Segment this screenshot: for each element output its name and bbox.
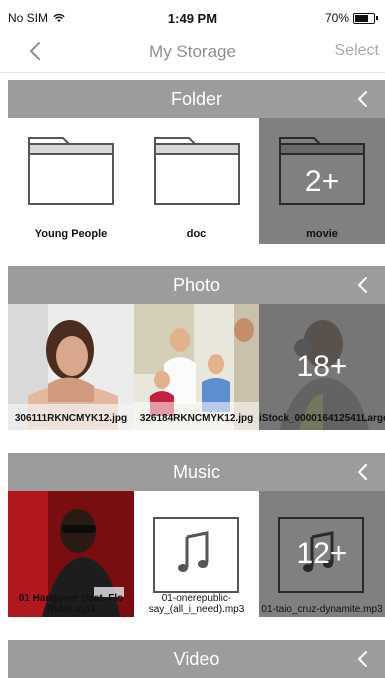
folder-item[interactable]: doc [134,118,259,244]
folder-name: Young People [34,228,108,240]
photo-thumbnail [134,304,259,430]
folder-item[interactable]: Young People [8,118,134,244]
folder-name: movie [306,228,338,240]
folder-icon [28,137,114,205]
photo-thumbnail [8,304,134,430]
page-title: My Storage [149,42,236,61]
battery-tip [376,15,378,20]
folder-section-title: Folder [170,89,223,109]
music-section-title: Music [172,462,220,482]
battery-fill [355,14,368,22]
battery-percent: 70% [324,11,349,25]
status-right: 70% [324,11,378,25]
status-bar: No SIM 1:49 PM 70% [0,0,385,36]
folder-section-header[interactable]: Folder [8,80,385,118]
music-more-count: 12+ [296,537,348,570]
photo-section-header[interactable]: Photo [8,266,385,304]
navigation-bar: My Storage Select [0,36,385,73]
music-grid: 01 Hangover (feat. Flo Rida).mp3 01-oner… [8,491,385,617]
photo-grid: 306111RKNCMYK12.jpg 326184RKNCMYK12.jpg … [8,304,385,430]
folder-grid: Young People doc 2+ movie [8,118,385,244]
music-item[interactable]: 01 Hangover (feat. Flo Rida).mp3 [8,491,134,617]
photo-item[interactable]: 326184RKNCMYK12.jpg [134,304,259,430]
select-button[interactable]: Select [335,42,379,60]
folder-icon [154,137,240,205]
video-section-header[interactable]: Video [8,640,385,678]
music-name: 01-onerepublic-say_(all_i_need).mp3 [148,593,245,615]
music-section-header[interactable]: Music [8,453,385,491]
folder-item-more[interactable]: 2+ movie [259,118,385,244]
music-item-more[interactable]: 12+ 01-taio_cruz-dynamite.mp3 [259,491,385,617]
photo-name: 326184RKNCMYK12.jpg [139,413,254,424]
music-name: 01 Hangover (feat. Flo Rida).mp3 [18,593,124,615]
music-item[interactable]: 01-onerepublic-say_(all_i_need).mp3 [134,491,259,617]
video-section-title: Video [173,649,220,669]
folder-name: doc [186,228,207,240]
photo-item[interactable]: 306111RKNCMYK12.jpg [8,304,134,430]
photo-item-more[interactable]: 18+ iStock_000016412541Large.jpg [259,304,385,430]
photo-more-count: 18+ [296,350,348,383]
music-placeholder-box [153,517,239,593]
music-name: 01-taio_cruz-dynamite.mp3 [261,604,383,615]
photo-section-title: Photo [172,275,221,295]
chevron-left-icon [357,651,368,667]
photo-name: 306111RKNCMYK12.jpg [14,413,128,424]
chevron-left-icon [357,277,368,293]
battery-icon [353,12,378,24]
chevron-left-icon [357,464,368,480]
chevron-left-icon [357,91,368,107]
music-note-icon [178,531,209,572]
folder-more-count: 2+ [304,165,340,198]
photo-name: iStock_000016412541Large.jpg [259,413,385,424]
